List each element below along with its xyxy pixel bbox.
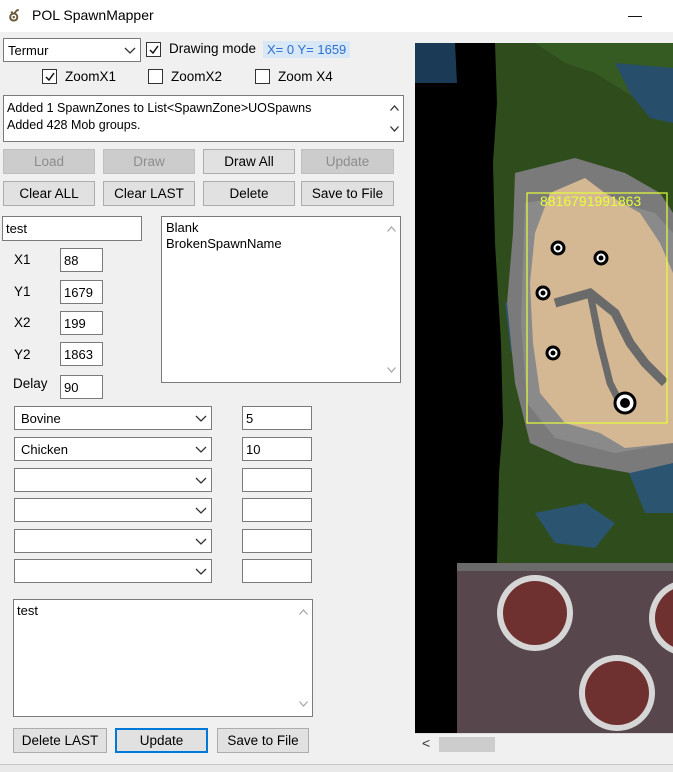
chevron-down-icon bbox=[124, 47, 136, 54]
region-select-value: Termur bbox=[8, 43, 49, 58]
map-image bbox=[415, 43, 673, 733]
drawing-mode-checkbox[interactable] bbox=[146, 42, 161, 57]
zoom-x2-label: ZoomX2 bbox=[171, 69, 223, 84]
log-scrollbar[interactable] bbox=[386, 97, 402, 140]
save-to-file-button-bottom[interactable]: Save to File bbox=[217, 728, 309, 753]
y1-input[interactable]: 1679 bbox=[60, 280, 103, 304]
mob-count-1[interactable]: 5 bbox=[242, 406, 312, 430]
x2-value: 199 bbox=[64, 316, 86, 331]
update-button-bottom[interactable]: Update bbox=[115, 728, 208, 753]
chevron-down-icon bbox=[195, 446, 207, 453]
update-button-top[interactable]: Update bbox=[301, 149, 394, 174]
y2-input[interactable]: 1863 bbox=[60, 342, 103, 366]
minimize-button[interactable]: — bbox=[622, 2, 648, 28]
spawn-name-input[interactable]: test bbox=[2, 216, 142, 241]
chevron-down-icon bbox=[195, 415, 207, 422]
coords-readout: X= 0 Y= 1659 bbox=[263, 41, 351, 58]
map-canvas[interactable]: 8816791991863 bbox=[415, 43, 673, 733]
title-bar: ఠ POL SpawnMapper — bbox=[0, 0, 673, 32]
mob-count-value: 5 bbox=[246, 411, 254, 426]
zoom-x4-checkbox[interactable] bbox=[255, 69, 270, 84]
chevron-down-icon bbox=[195, 477, 207, 484]
mob-count-value: 10 bbox=[246, 442, 261, 457]
mob-select-2[interactable]: Chicken bbox=[14, 437, 212, 461]
y2-value: 1863 bbox=[64, 347, 93, 362]
save-to-file-button-top[interactable]: Save to File bbox=[301, 181, 394, 206]
notes-textbox[interactable]: test bbox=[13, 599, 313, 717]
y1-label: Y1 bbox=[14, 284, 31, 299]
log-line: Added 428 Mob groups. bbox=[7, 118, 141, 132]
mob-count-2[interactable]: 10 bbox=[242, 437, 312, 461]
mob-select-value: Bovine bbox=[21, 411, 61, 426]
x2-input[interactable]: 199 bbox=[60, 311, 103, 335]
y1-value: 1679 bbox=[64, 285, 93, 300]
mob-count-5[interactable] bbox=[242, 529, 312, 553]
delete-last-button[interactable]: Delete LAST bbox=[13, 728, 107, 753]
y2-label: Y2 bbox=[14, 347, 31, 362]
mob-select-3[interactable] bbox=[14, 468, 212, 492]
draw-button[interactable]: Draw bbox=[103, 149, 195, 174]
spawn-list-scrollbar[interactable] bbox=[383, 218, 399, 381]
check-icon bbox=[149, 45, 159, 55]
notes-scrollbar[interactable] bbox=[295, 601, 311, 715]
list-item[interactable]: BrokenSpawnName bbox=[166, 236, 282, 252]
chevron-down-icon bbox=[195, 507, 207, 514]
scroll-thumb[interactable] bbox=[439, 737, 495, 752]
spawn-zone-label: 8816791991863 bbox=[540, 193, 642, 209]
zoom-x4-label: Zoom X4 bbox=[278, 69, 333, 84]
log-textbox[interactable]: Added 1 SpawnZones to List<SpawnZone>UOS… bbox=[3, 95, 404, 142]
delay-value: 90 bbox=[64, 380, 79, 395]
mob-select-5[interactable] bbox=[14, 529, 212, 553]
app-icon: ఠ bbox=[9, 8, 19, 25]
window-bottom-edge bbox=[0, 764, 673, 772]
clear-last-button[interactable]: Clear LAST bbox=[103, 181, 195, 206]
region-select[interactable]: Termur bbox=[3, 38, 141, 62]
spawn-name-value: test bbox=[6, 221, 27, 236]
window-title: POL SpawnMapper bbox=[32, 7, 154, 23]
x1-input[interactable]: 88 bbox=[60, 248, 103, 272]
notes-value: test bbox=[17, 603, 38, 618]
list-item[interactable]: Blank bbox=[166, 220, 282, 236]
mob-select-4[interactable] bbox=[14, 498, 212, 522]
mob-select-6[interactable] bbox=[14, 559, 212, 583]
x1-value: 88 bbox=[64, 253, 79, 268]
chevron-down-icon bbox=[195, 568, 207, 575]
draw-all-button[interactable]: Draw All bbox=[203, 149, 295, 174]
map-horizontal-scrollbar[interactable]: < bbox=[415, 733, 673, 754]
x1-label: X1 bbox=[14, 252, 31, 267]
zoom-x2-checkbox[interactable] bbox=[148, 69, 163, 84]
zoom-x1-label: ZoomX1 bbox=[65, 69, 117, 84]
scroll-left-icon[interactable]: < bbox=[422, 735, 430, 751]
chevron-down-icon bbox=[195, 538, 207, 545]
delay-input[interactable]: 90 bbox=[60, 375, 103, 399]
mob-select-1[interactable]: Bovine bbox=[14, 406, 212, 430]
mob-count-3[interactable] bbox=[242, 468, 312, 492]
chevron-down-icon bbox=[299, 701, 308, 707]
delete-button[interactable]: Delete bbox=[203, 181, 295, 206]
drawing-mode-label: Drawing mode bbox=[169, 41, 257, 56]
load-button[interactable]: Load bbox=[3, 149, 95, 174]
chevron-down-icon bbox=[390, 126, 399, 132]
chevron-up-icon bbox=[299, 609, 308, 615]
clear-all-button[interactable]: Clear ALL bbox=[3, 181, 95, 206]
spawn-list[interactable]: Blank BrokenSpawnName bbox=[161, 216, 401, 383]
chevron-down-icon bbox=[387, 367, 396, 373]
delay-label: Delay bbox=[13, 376, 48, 391]
check-icon bbox=[45, 72, 55, 82]
x2-label: X2 bbox=[14, 315, 31, 330]
mob-count-6[interactable] bbox=[242, 559, 312, 583]
mob-select-value: Chicken bbox=[21, 442, 68, 457]
mob-count-4[interactable] bbox=[242, 498, 312, 522]
zoom-x1-checkbox[interactable] bbox=[42, 69, 57, 84]
chevron-up-icon bbox=[390, 105, 399, 111]
log-line: Added 1 SpawnZones to List<SpawnZone>UOS… bbox=[7, 101, 312, 115]
chevron-up-icon bbox=[387, 226, 396, 232]
